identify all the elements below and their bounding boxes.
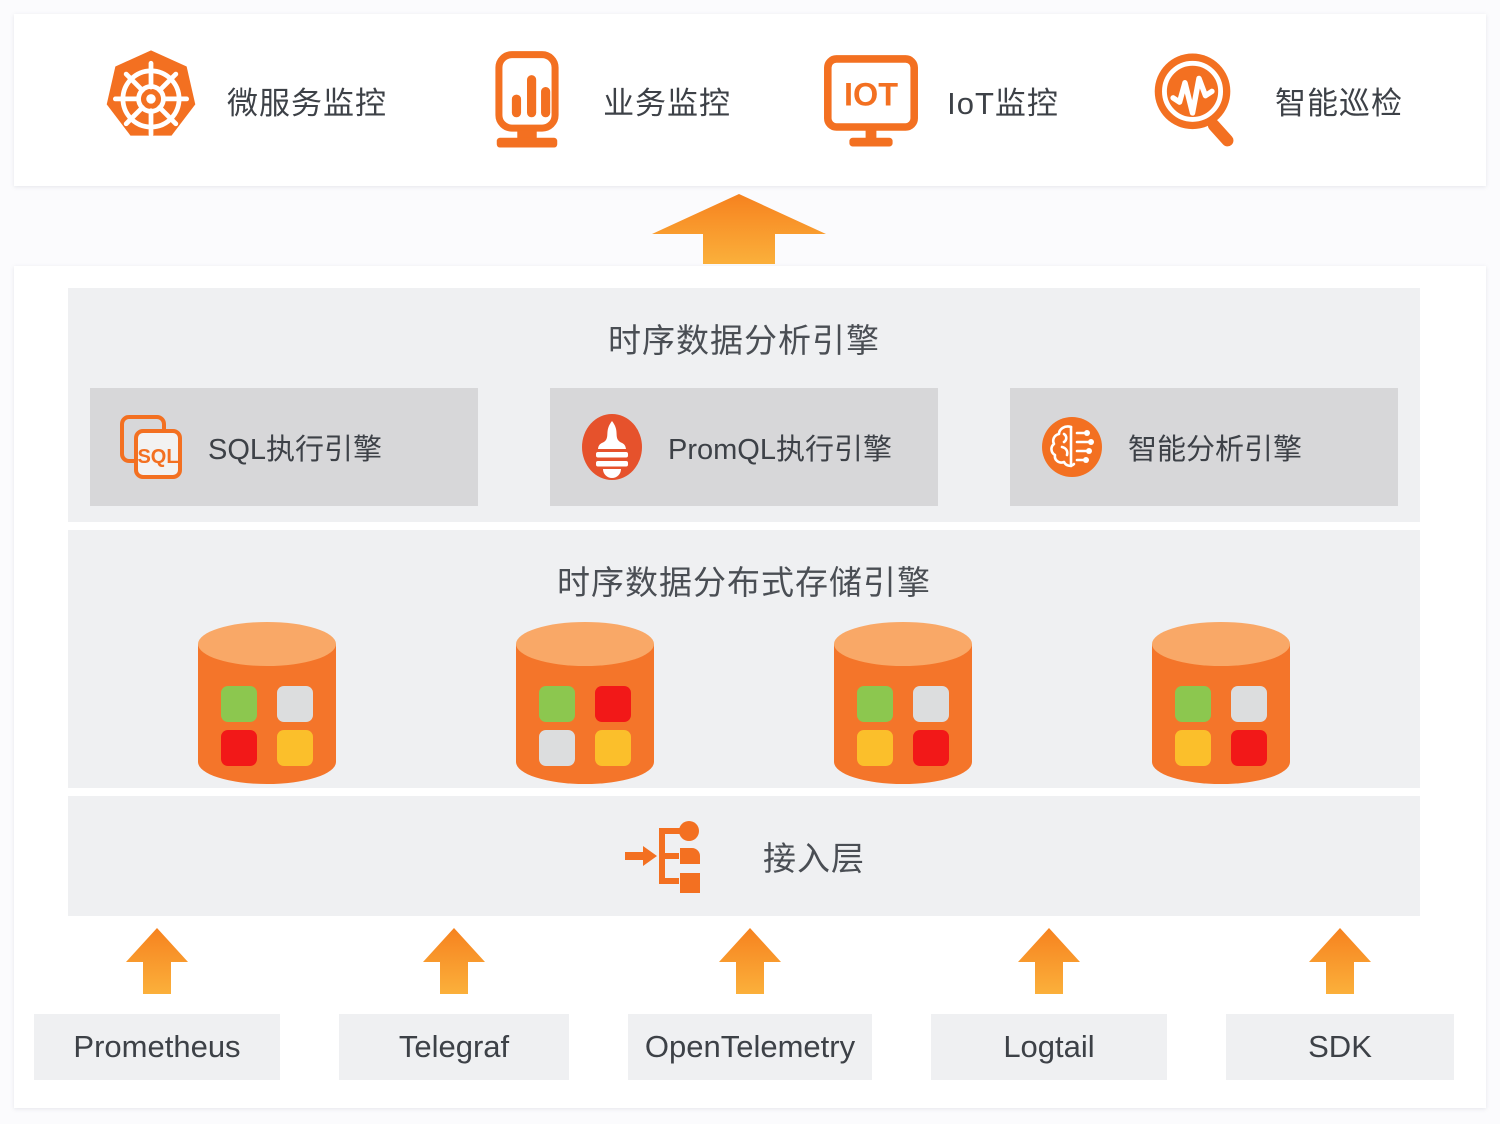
bar-chart-monitor-icon [473,46,581,154]
storage-node-4 [1146,618,1296,786]
up-arrow-icon [421,926,487,996]
scenario-item-inspection[interactable]: 智能巡检 [1145,46,1403,154]
storage-node-3 [828,618,978,786]
storage-engine-section: 时序数据分布式存储引擎 [68,530,1420,788]
scenario-item-microservice[interactable]: 微服务监控 [97,46,387,154]
scenario-label: 微服务监控 [227,85,388,121]
up-arrow-icon [1307,926,1373,996]
architecture-diagram: 微服务监控 业务监控 IOT IoT监控 智能巡检 时序数据分析引擎 SQL S… [0,0,1500,1124]
engine-card-ai[interactable]: 智能分析引擎 [1010,388,1398,506]
up-arrow-icon [717,926,783,996]
data-source-box[interactable]: Logtail [931,1014,1167,1080]
engine-label: 智能分析引擎 [1128,434,1303,466]
scenario-item-iot[interactable]: IOT IoT监控 [817,46,1059,154]
storage-node-row [68,604,1420,786]
data-source-box[interactable]: SDK [1226,1014,1454,1080]
storage-node-1 [192,618,342,786]
data-source-label: Telegraf [398,1029,510,1064]
storage-node-2 [510,618,660,786]
data-source-label: SDK [1308,1029,1372,1064]
svg-text:IOT: IOT [844,76,898,112]
data-source-row: Prometheus Telegraf OpenTelemetry Logtai… [34,926,1454,1080]
waveform-magnifier-icon [1145,46,1253,154]
sql-documents-icon: SQL [116,411,188,483]
storage-section-title: 时序数据分布式存储引擎 [557,564,931,601]
engine-card-sql[interactable]: SQL SQL执行引擎 [90,388,478,506]
engine-label: PromQL执行引擎 [668,434,892,466]
up-arrow-icon [1016,926,1082,996]
platform-panel: 时序数据分析引擎 SQL SQL执行引擎 PromQL执行引擎 智能分析引擎 时… [14,266,1486,1108]
data-source-logtail[interactable]: Logtail [931,926,1167,1080]
scenario-label: 业务监控 [603,85,732,121]
access-layer-label: 接入层 [763,840,865,877]
analysis-engine-section: 时序数据分析引擎 SQL SQL执行引擎 PromQL执行引擎 智能分析引擎 [68,288,1420,522]
analysis-section-title: 时序数据分析引擎 [608,322,880,359]
data-source-prometheus[interactable]: Prometheus [34,926,280,1080]
svg-text:SQL: SQL [137,446,178,468]
data-source-label: Prometheus [73,1029,241,1064]
scenario-item-business[interactable]: 业务监控 [473,46,731,154]
access-layer-section: 接入层 [68,796,1420,916]
prometheus-torch-icon [576,411,648,483]
flow-up-arrow [650,192,828,264]
scenario-label: IoT监控 [947,85,1059,121]
engine-card-row: SQL SQL执行引擎 PromQL执行引擎 智能分析引擎 [68,362,1420,506]
iot-monitor-icon: IOT [817,46,925,154]
kubernetes-helm-icon [97,46,205,154]
up-arrow-icon [124,926,190,996]
data-source-sdk[interactable]: SDK [1226,926,1454,1080]
ai-brain-icon [1036,411,1108,483]
data-source-opentelemetry[interactable]: OpenTelemetry [628,926,872,1080]
data-source-label: Logtail [1003,1029,1095,1064]
data-source-box[interactable]: OpenTelemetry [628,1014,872,1080]
data-source-label: OpenTelemetry [644,1029,856,1064]
engine-label: SQL执行引擎 [208,434,383,466]
scenario-bar: 微服务监控 业务监控 IOT IoT监控 智能巡检 [14,14,1486,186]
access-branch-icon [623,816,709,896]
data-source-telegraf[interactable]: Telegraf [339,926,569,1080]
engine-card-promql[interactable]: PromQL执行引擎 [550,388,938,506]
data-source-box[interactable]: Telegraf [339,1014,569,1080]
scenario-label: 智能巡检 [1274,85,1403,121]
data-source-box[interactable]: Prometheus [34,1014,280,1080]
